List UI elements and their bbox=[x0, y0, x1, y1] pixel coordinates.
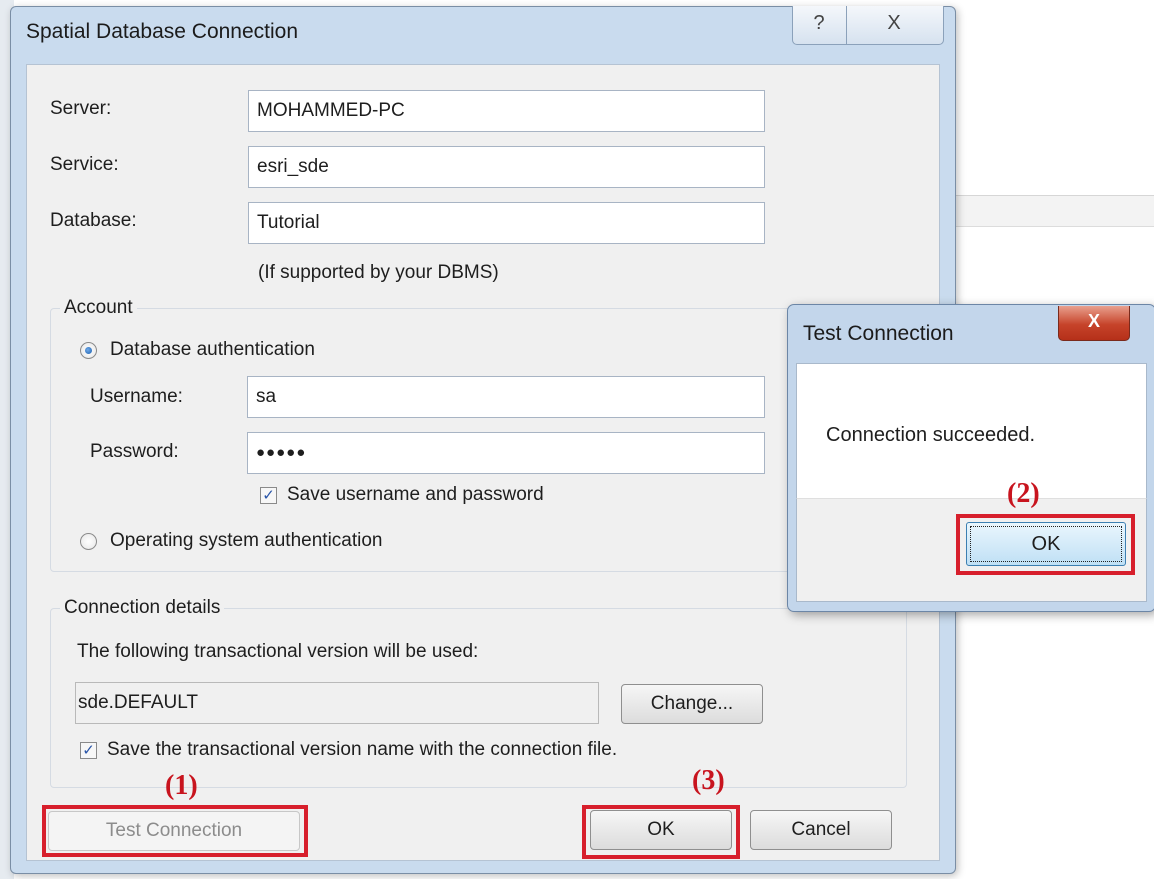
service-label: Service: bbox=[50, 154, 119, 175]
os-authentication-label[interactable]: Operating system authentication bbox=[110, 530, 383, 552]
save-version-label[interactable]: Save the transactional version name with… bbox=[107, 739, 617, 761]
cancel-button[interactable]: Cancel bbox=[750, 810, 892, 850]
annotation-step-3: (3) bbox=[692, 765, 725, 796]
version-description: The following transactional version will… bbox=[77, 641, 479, 662]
password-input[interactable]: ●●●●● bbox=[247, 432, 765, 474]
database-label: Database: bbox=[50, 210, 137, 231]
database-authentication-label[interactable]: Database authentication bbox=[110, 339, 315, 361]
highlight-popup-ok bbox=[956, 514, 1135, 575]
highlight-test-connection bbox=[42, 805, 308, 857]
username-label: Username: bbox=[90, 386, 183, 407]
popup-message: Connection succeeded. bbox=[826, 424, 1036, 446]
annotation-step-1: (1) bbox=[165, 770, 198, 801]
database-hint: (If supported by your DBMS) bbox=[258, 262, 499, 283]
background-window-header bbox=[950, 195, 1154, 227]
server-label: Server: bbox=[50, 98, 112, 119]
highlight-ok bbox=[582, 805, 740, 859]
help-icon[interactable]: ? bbox=[792, 6, 847, 44]
save-credentials-checkbox[interactable]: ✓ bbox=[260, 487, 277, 504]
account-caption: Account bbox=[60, 297, 137, 319]
popup-close-icon[interactable]: X bbox=[1058, 306, 1130, 341]
connection-details-caption: Connection details bbox=[60, 597, 225, 619]
password-label: Password: bbox=[90, 441, 179, 462]
service-input[interactable]: esri_sde bbox=[248, 146, 765, 188]
username-input[interactable]: sa bbox=[247, 376, 765, 418]
popup-title: Test Connection bbox=[803, 322, 954, 345]
os-authentication-radio[interactable] bbox=[80, 533, 97, 550]
annotation-step-2: (2) bbox=[1007, 478, 1040, 509]
save-version-checkbox[interactable]: ✓ bbox=[80, 742, 97, 759]
close-icon[interactable]: X bbox=[846, 6, 942, 44]
server-input[interactable]: MOHAMMED-PC bbox=[248, 90, 765, 132]
dialog-title: Spatial Database Connection bbox=[26, 20, 299, 43]
change-version-button[interactable]: Change... bbox=[621, 684, 763, 724]
version-field: sde.DEFAULT bbox=[75, 682, 599, 724]
save-credentials-label[interactable]: Save username and password bbox=[287, 484, 544, 506]
database-input[interactable]: Tutorial bbox=[248, 202, 765, 244]
database-authentication-radio[interactable] bbox=[80, 342, 97, 359]
